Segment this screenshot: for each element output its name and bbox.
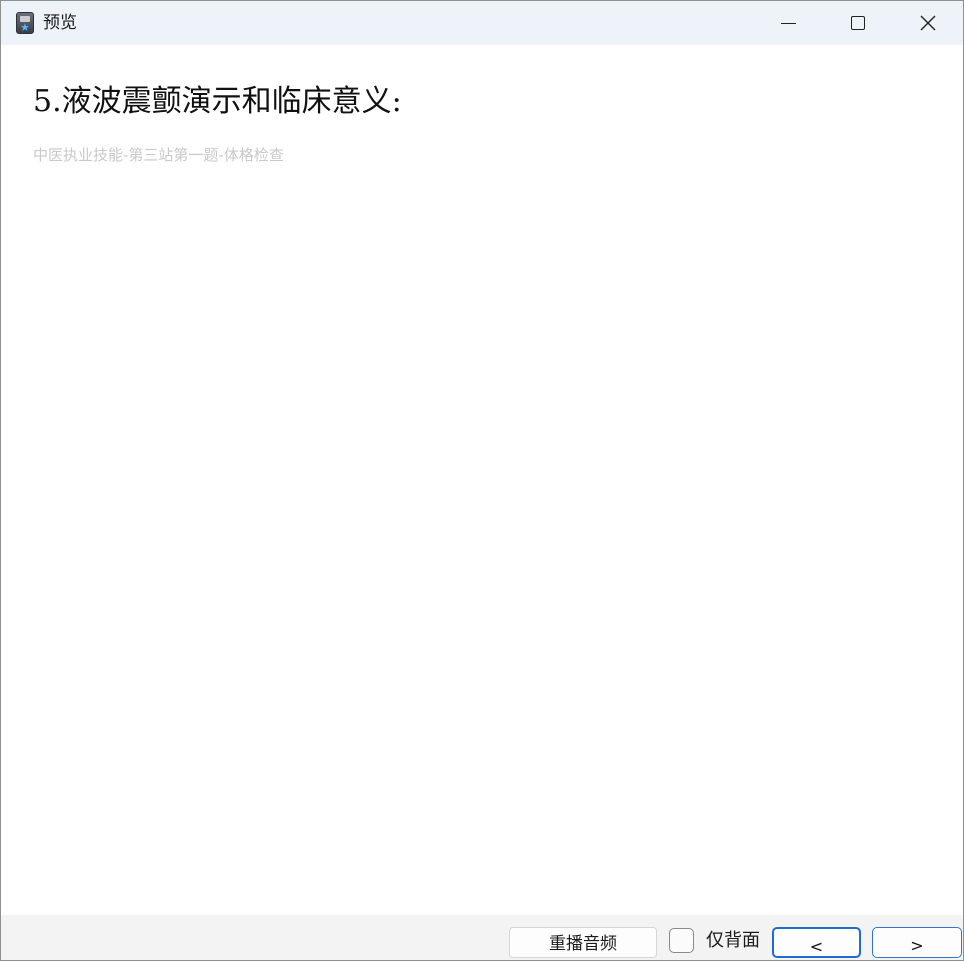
next-button[interactable]: > (872, 927, 962, 958)
maximize-button[interactable] (823, 1, 893, 45)
maximize-icon (851, 16, 865, 30)
title-bar[interactable]: ★ 预览 (1, 1, 963, 45)
close-button[interactable] (893, 1, 963, 45)
preview-window: ★ 预览 5.液波震颤演示和临床意义: 中医执业技能-第三站第一题-体格检查 重… (0, 0, 964, 961)
bottom-toolbar: 重播音频 仅背面 < > (1, 915, 963, 960)
card-heading: 5.液波震颤演示和临床意义: (33, 84, 402, 119)
window-title: 预览 (43, 13, 77, 33)
back-only-label[interactable]: 仅背面 (706, 929, 760, 953)
previous-button[interactable]: < (772, 927, 861, 958)
close-icon (920, 15, 936, 31)
back-only-checkbox[interactable] (669, 928, 694, 953)
card-category: 中医执业技能-第三站第一题-体格检查 (33, 146, 284, 164)
replay-audio-button[interactable]: 重播音频 (509, 927, 657, 958)
minimize-icon (780, 22, 796, 24)
app-icon: ★ (16, 12, 34, 34)
minimize-button[interactable] (753, 1, 823, 45)
